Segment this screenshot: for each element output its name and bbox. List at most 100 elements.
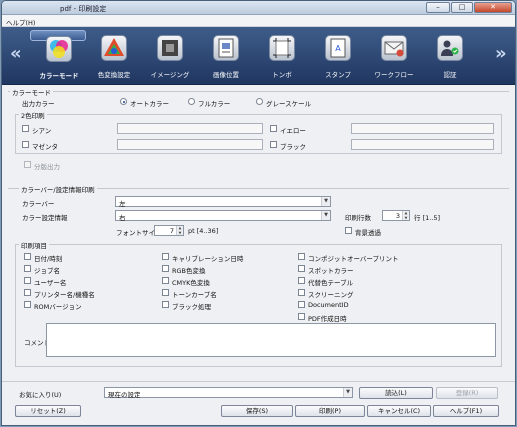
tool-authentication[interactable]: 認証 [422,30,478,82]
calibration-date-label: キャリブレーション日時 [172,255,244,263]
color-bar-select[interactable]: 左 ▼ [115,196,331,208]
black-processing-label: ブラック処理 [172,303,211,311]
color-bar-value: 左 [119,200,126,208]
toolbar-prev-icon[interactable]: « [10,43,22,64]
separate-output-label: 分版出力 [34,163,60,171]
tool-label: ワークフロー [374,71,414,79]
checkbox-user-name[interactable] [24,277,31,284]
printer-name-label: プリンター名/機種名 [34,291,95,299]
crop-marks-icon [269,35,295,61]
checkbox-black-processing[interactable] [162,301,169,308]
close-button[interactable]: ✕ [474,2,512,13]
pdf-date-label: PDF作成日時 [308,315,347,323]
tool-crop-marks[interactable]: トンボ [254,30,310,82]
checkbox-calibration-date[interactable] [162,253,169,260]
favorites-select[interactable]: 現在の設定 ▼ [104,387,353,399]
radio-auto-color[interactable] [120,98,127,105]
help-button[interactable]: ヘルプ(F1) [433,405,499,417]
print-lines-label: 印刷行数 [345,214,371,222]
checkbox-date-time[interactable] [24,253,31,260]
color-info-label: カラー設定情報 [22,214,68,222]
spin-arrows-icon[interactable]: ▲ ▼ [402,211,409,220]
document-id-label: DocumentID [308,301,349,309]
checkbox-tone-curve[interactable] [162,289,169,296]
checkbox-yellow[interactable] [270,125,277,132]
radio-auto-color-label: オートカラー [130,100,169,108]
checkbox-separate-output[interactable] [24,161,31,168]
checkbox-rgb-conversion[interactable] [162,265,169,272]
checkbox-rom-version[interactable] [24,301,31,308]
menu-help[interactable]: ヘルプ(H) [6,17,35,27]
load-button[interactable]: 読込(L) [359,387,433,399]
print-lines-stepper[interactable]: 3 ▲ ▼ [382,210,410,221]
tool-stamp[interactable]: A スタンプ [310,30,366,82]
rom-version-label: ROMバージョン [34,303,82,311]
comment-textarea[interactable] [46,323,496,357]
checkbox-printer-name[interactable] [24,289,31,296]
font-size-unit: pt [4..36] [188,227,219,235]
checkbox-screening[interactable] [298,289,305,296]
register-button[interactable]: 登録(R) [436,387,498,399]
print-lines-value: 3 [395,212,400,220]
print-button[interactable]: 印刷(P) [295,405,365,417]
checkbox-transparent-bg[interactable] [345,227,352,234]
checkbox-cmyk-conversion[interactable] [162,277,169,284]
tool-color-conversion[interactable]: 色変換設定 [86,30,142,82]
tool-label: カラーモード [39,72,79,80]
tool-label: 色変換設定 [97,71,131,79]
magenta-field [117,139,263,150]
checkbox-black-label: ブラック [280,143,306,151]
transparent-bg-label: 背景透過 [355,229,381,237]
job-name-label: ジョブ名 [34,267,60,275]
two-color-group-title: 2色印刷 [19,110,47,120]
radio-full-color[interactable] [188,98,195,105]
maximize-button[interactable]: □ [451,2,473,13]
rgb-conversion-label: RGB色変換 [172,267,206,275]
tool-color-mode[interactable]: カラーモード [30,30,86,80]
checkbox-job-name[interactable] [24,265,31,272]
cyan-field [117,123,263,134]
output-color-label: 出力カラー [22,100,55,108]
font-size-stepper[interactable]: 7 ▲ ▼ [154,225,184,236]
workflow-icon [381,35,407,61]
chevron-down-icon: ▼ [321,197,330,206]
window-title: pdf - 印刷設定 [60,5,107,13]
svg-text:A: A [335,44,341,53]
screening-label: スクリーニング [308,291,354,299]
checkbox-black[interactable] [270,141,277,148]
minimize-button[interactable]: – [426,2,450,13]
checkbox-document-id[interactable] [298,301,305,308]
print-lines-unit: 行 [1..5] [414,214,441,222]
user-name-label: ユーザー名 [34,279,67,287]
save-button[interactable]: 保存(S) [221,405,293,417]
checkbox-alternate-color-table[interactable] [298,277,305,284]
spin-arrows-icon[interactable]: ▲ ▼ [176,226,183,235]
tool-image-position[interactable]: 画像位置 [198,30,254,82]
tool-imaging[interactable]: イメージング [142,30,198,82]
tool-label: スタンプ [325,71,351,79]
color-mode-icon [46,36,72,62]
reset-button[interactable]: リセット(Z) [15,405,81,417]
toolbar-next-icon[interactable]: » [495,43,507,64]
bottom-divider [2,381,515,382]
checkbox-magenta[interactable] [22,141,29,148]
radio-grayscale-label: グレースケール [266,100,312,108]
spot-color-label: スポットカラー [308,267,354,275]
tool-workflow[interactable]: ワークフロー [366,30,422,82]
checkbox-composite-overprint[interactable] [298,253,305,260]
menu-bar: ヘルプ(H) [2,15,515,27]
cmyk-conversion-label: CMYK色変換 [172,279,210,287]
checkbox-spot-color[interactable] [298,265,305,272]
title-bar: pdf - 印刷設定 – □ ✕ [2,1,515,15]
color-info-select[interactable]: 右 ▼ [115,210,331,222]
radio-grayscale[interactable] [256,98,263,105]
checkbox-cyan[interactable] [22,125,29,132]
chevron-down-icon: ▼ [343,388,352,397]
cancel-button[interactable]: キャンセル(C) [367,405,431,417]
color-mode-group-title: カラーモード [10,87,53,97]
checkbox-pdf-date[interactable] [298,313,305,320]
alternate-color-table-label: 代替色テーブル [308,279,354,287]
color-info-value: 右 [119,214,126,222]
color-bar-group-title: カラーバー/設定情報印刷 [19,184,97,194]
composite-overprint-label: コンポジットオーバープリント [308,255,399,263]
